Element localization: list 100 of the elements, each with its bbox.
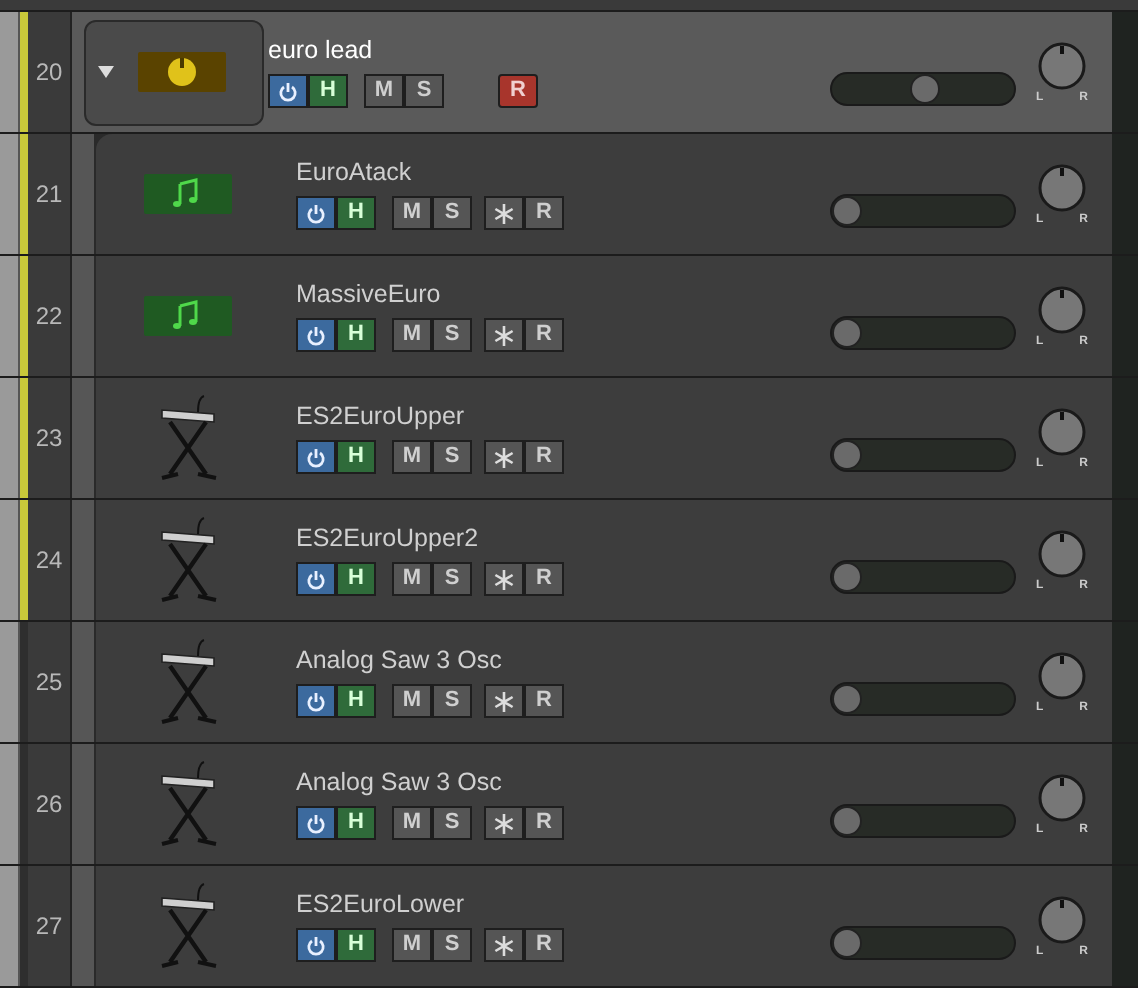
freeze-button[interactable] [484, 196, 524, 230]
record-button[interactable]: R [524, 928, 564, 962]
solo-button[interactable]: S [432, 806, 472, 840]
mute-button[interactable]: M [392, 684, 432, 718]
track-name: Analog Saw 3 Osc [296, 646, 504, 674]
power-icon [306, 203, 326, 223]
hide-button[interactable]: H [336, 562, 376, 596]
power-button[interactable] [296, 318, 336, 352]
power-button[interactable] [268, 74, 308, 108]
track-name: ES2EuroUpper [296, 402, 467, 430]
power-icon [306, 569, 326, 589]
pan-knob[interactable] [1036, 283, 1088, 335]
pan-knob[interactable] [1036, 527, 1088, 579]
ruler-strip [0, 256, 20, 376]
hide-button[interactable]: H [336, 928, 376, 962]
record-button[interactable]: R [524, 562, 564, 596]
slider-thumb[interactable] [832, 805, 862, 835]
mute-button[interactable]: M [392, 806, 432, 840]
mute-button[interactable]: M [392, 318, 432, 352]
volume-slider[interactable] [830, 925, 1016, 959]
track-number: 21 [35, 178, 63, 212]
ruler-strip [0, 744, 20, 864]
snowflake-icon [494, 447, 514, 467]
track-name: EuroAtack [296, 158, 414, 186]
solo-button[interactable]: S [432, 440, 472, 474]
track-number: 20 [35, 56, 63, 90]
track-number: 22 [35, 300, 63, 334]
freeze-button[interactable] [484, 562, 524, 596]
snowflake-icon [494, 569, 514, 589]
track-name: MassiveEuro [296, 280, 443, 308]
ruler-strip [0, 12, 20, 132]
track-name: ES2EuroLower [296, 890, 467, 918]
hide-button[interactable]: H [336, 196, 376, 230]
knob-icon [138, 52, 226, 92]
volume-slider[interactable] [830, 71, 1016, 105]
slider-thumb[interactable] [832, 317, 862, 347]
mute-button[interactable]: M [392, 440, 432, 474]
hide-button[interactable]: H [336, 684, 376, 718]
record-button[interactable]: R [524, 318, 564, 352]
volume-slider[interactable] [830, 193, 1016, 227]
power-icon [278, 81, 298, 101]
track-number: 23 [35, 422, 63, 456]
music-note-icon [144, 174, 232, 214]
volume-slider[interactable] [830, 559, 1016, 593]
ruler-strip [0, 866, 20, 986]
volume-slider[interactable] [830, 803, 1016, 837]
hide-button[interactable]: H [336, 440, 376, 474]
hide-button[interactable]: H [308, 74, 348, 108]
snowflake-icon [494, 935, 514, 955]
solo-button[interactable]: S [432, 318, 472, 352]
volume-slider[interactable] [830, 681, 1016, 715]
record-button[interactable]: R [498, 74, 538, 108]
power-button[interactable] [296, 806, 336, 840]
volume-slider[interactable] [830, 437, 1016, 471]
freeze-button[interactable] [484, 440, 524, 474]
freeze-button[interactable] [484, 684, 524, 718]
freeze-button[interactable] [484, 318, 524, 352]
solo-button[interactable]: S [432, 196, 472, 230]
record-button[interactable]: R [524, 806, 564, 840]
solo-button[interactable]: S [432, 684, 472, 718]
mute-button[interactable]: M [392, 196, 432, 230]
snowflake-icon [494, 325, 514, 345]
slider-thumb[interactable] [832, 683, 862, 713]
pan-knob[interactable] [1036, 893, 1088, 945]
pan-knob[interactable] [1036, 39, 1088, 91]
hide-button[interactable]: H [336, 806, 376, 840]
track-number: 27 [35, 910, 63, 944]
mute-button[interactable]: M [392, 928, 432, 962]
mute-button[interactable]: M [392, 562, 432, 596]
solo-button[interactable]: S [404, 74, 444, 108]
slider-thumb[interactable] [832, 927, 862, 957]
ruler-strip [0, 500, 20, 620]
power-button[interactable] [296, 684, 336, 718]
pan-knob[interactable] [1036, 405, 1088, 457]
power-icon [306, 935, 326, 955]
record-button[interactable]: R [524, 196, 564, 230]
power-button[interactable] [296, 562, 336, 596]
record-button[interactable]: R [524, 684, 564, 718]
ruler-strip [0, 378, 20, 498]
slider-thumb[interactable] [832, 439, 862, 469]
pan-knob[interactable] [1036, 771, 1088, 823]
power-button[interactable] [296, 196, 336, 230]
solo-button[interactable]: S [432, 562, 472, 596]
freeze-button[interactable] [484, 806, 524, 840]
pan-knob[interactable] [1036, 161, 1088, 213]
snowflake-icon [494, 203, 514, 223]
slider-thumb[interactable] [910, 73, 940, 103]
disclosure-triangle-icon[interactable] [98, 64, 114, 80]
slider-thumb[interactable] [832, 561, 862, 591]
hide-button[interactable]: H [336, 318, 376, 352]
volume-slider[interactable] [830, 315, 1016, 349]
freeze-button[interactable] [484, 928, 524, 962]
record-button[interactable]: R [524, 440, 564, 474]
solo-button[interactable]: S [432, 928, 472, 962]
power-button[interactable] [296, 928, 336, 962]
power-button[interactable] [296, 440, 336, 474]
slider-thumb[interactable] [832, 195, 862, 225]
mute-button[interactable]: M [364, 74, 404, 108]
pan-knob[interactable] [1036, 649, 1088, 701]
ruler-strip [0, 134, 20, 254]
